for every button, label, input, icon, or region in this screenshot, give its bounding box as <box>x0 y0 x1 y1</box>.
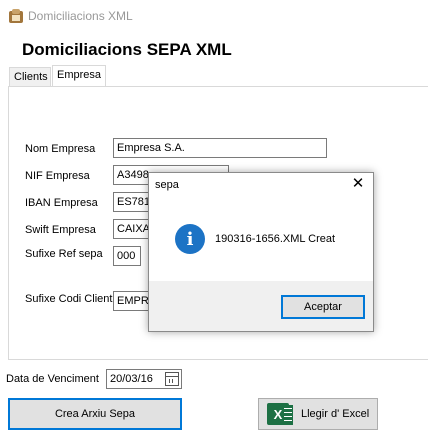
llegir-excel-button[interactable]: X Llegir d' Excel <box>258 398 378 430</box>
close-icon[interactable]: ✕ <box>349 175 367 193</box>
data-venciment-label: Data de Venciment <box>6 373 99 385</box>
window-title: Domiciliacions XML <box>28 9 133 23</box>
nom-empresa-field[interactable]: Empresa S.A. <box>113 138 327 158</box>
data-venciment-picker[interactable]: 20/03/16 <box>106 369 182 389</box>
nom-empresa-label: Nom Empresa <box>25 143 96 155</box>
dialog-message: 190316-1656.XML Creat <box>215 233 336 245</box>
nif-empresa-label: NIF Empresa <box>25 170 90 182</box>
sufixe-ref-label: Sufixe Ref sepa <box>25 248 103 260</box>
page-title: Domiciliacions SEPA XML <box>22 40 232 59</box>
swift-empresa-label: Swift Empresa <box>25 224 96 236</box>
excel-icon: X <box>267 403 293 425</box>
data-venciment-value: 20/03/16 <box>110 373 153 385</box>
tab-empresa[interactable]: Empresa <box>52 65 106 87</box>
sufixe-codi-label: Sufixe Codi Client <box>25 293 113 305</box>
calendar-icon[interactable] <box>165 372 179 386</box>
dialog-footer: Aceptar <box>149 281 373 331</box>
aceptar-button[interactable]: Aceptar <box>281 295 365 319</box>
app-icon <box>9 9 23 23</box>
window-title-bar: Domiciliacions XML <box>0 0 428 32</box>
crea-arxiu-button[interactable]: Crea Arxiu Sepa <box>8 398 182 430</box>
dialog-title: sepa <box>155 179 179 191</box>
info-icon: i <box>175 224 205 254</box>
dialog-body: i 190316-1656.XML Creat <box>149 199 373 281</box>
aceptar-label: Aceptar <box>304 301 342 313</box>
message-dialog: sepa ✕ i 190316-1656.XML Creat Aceptar <box>148 172 374 332</box>
iban-empresa-label: IBAN Empresa <box>25 197 98 209</box>
crea-arxiu-label: Crea Arxiu Sepa <box>54 408 136 420</box>
tab-clients[interactable]: Clients <box>9 67 51 86</box>
llegir-excel-label: Llegir d' Excel <box>301 408 370 420</box>
sufixe-ref-field[interactable]: 000 <box>113 246 141 266</box>
